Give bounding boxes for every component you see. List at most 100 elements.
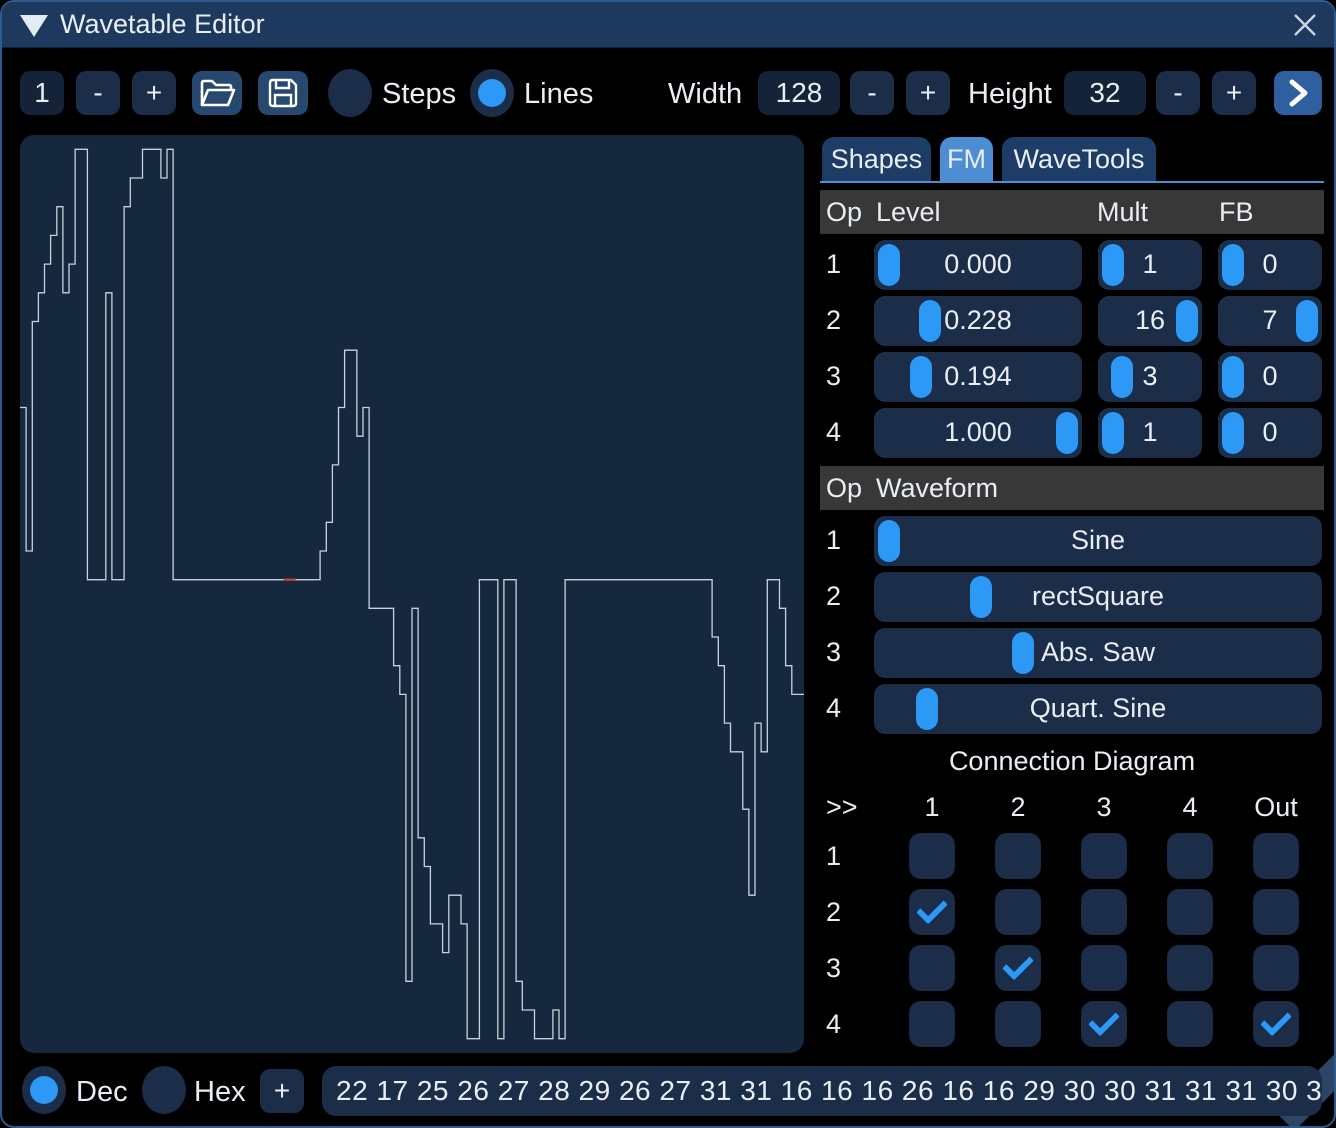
- width-minus-button[interactable]: -: [850, 71, 894, 115]
- frame-plus-button[interactable]: +: [132, 71, 176, 115]
- op3-fb-slider[interactable]: 0: [1218, 352, 1322, 402]
- slider-thumb[interactable]: [1222, 244, 1244, 286]
- slider-thumb[interactable]: [916, 688, 938, 730]
- level-col-header: Level: [876, 197, 941, 228]
- tab-underline: [820, 181, 1324, 183]
- slider-thumb[interactable]: [1102, 244, 1124, 286]
- steps-radio[interactable]: [328, 69, 372, 117]
- op-number: 2: [826, 581, 841, 612]
- op-col-header: Op: [826, 197, 862, 228]
- slider-thumb[interactable]: [1012, 632, 1034, 674]
- save-floppy-icon: [265, 75, 301, 111]
- op4-mult-slider[interactable]: 1: [1098, 408, 1202, 458]
- waveform-display[interactable]: [20, 135, 804, 1053]
- slider-thumb[interactable]: [1111, 356, 1133, 398]
- op1-fb-slider[interactable]: 0: [1218, 240, 1322, 290]
- conn-col-4: 4: [1167, 792, 1213, 823]
- slider-thumb[interactable]: [1176, 300, 1198, 342]
- conn-checkbox-1-out[interactable]: [1253, 833, 1299, 879]
- op1-waveform-name: Sine: [874, 525, 1322, 556]
- slider-thumb[interactable]: [1056, 412, 1078, 454]
- conn-checkbox-2-3[interactable]: [1081, 889, 1127, 935]
- conn-checkbox-3-3[interactable]: [1081, 945, 1127, 991]
- expand-panel-button[interactable]: [1274, 71, 1322, 115]
- op2-level-slider[interactable]: 0.228: [874, 296, 1082, 346]
- op3-waveform-slider[interactable]: Abs. Saw: [874, 628, 1322, 678]
- op2-mult-slider[interactable]: 16: [1098, 296, 1202, 346]
- conn-checkbox-4-4[interactable]: [1167, 1001, 1213, 1047]
- open-folder-icon: [198, 76, 236, 110]
- slider-thumb[interactable]: [910, 356, 932, 398]
- width-plus-button[interactable]: +: [906, 71, 950, 115]
- conn-checkbox-3-out[interactable]: [1253, 945, 1299, 991]
- hex-label: Hex: [194, 1076, 246, 1109]
- slider-thumb[interactable]: [1102, 412, 1124, 454]
- lines-radio[interactable]: [470, 69, 514, 117]
- conn-checkbox-4-1[interactable]: [909, 1001, 955, 1047]
- conn-checkbox-1-1[interactable]: [909, 833, 955, 879]
- dec-radio[interactable]: [22, 1066, 66, 1114]
- conn-row-label: 4: [826, 1009, 841, 1040]
- op-row-4: 4 1.000 1 0: [820, 408, 1324, 458]
- waveform-row-4: 4 Quart. Sine: [820, 684, 1324, 734]
- frame-index-box[interactable]: 1: [20, 71, 64, 115]
- op4-level-slider[interactable]: 1.000: [874, 408, 1082, 458]
- op1-mult-slider[interactable]: 1: [1098, 240, 1202, 290]
- waveform-row-1: 1 Sine: [820, 516, 1324, 566]
- save-button[interactable]: [258, 71, 308, 115]
- hex-radio[interactable]: [142, 1066, 186, 1114]
- height-plus-button[interactable]: +: [1212, 71, 1256, 115]
- width-value-box[interactable]: 128: [758, 71, 840, 115]
- frame-minus-button[interactable]: -: [76, 71, 120, 115]
- conn-checkbox-1-3[interactable]: [1081, 833, 1127, 879]
- op2-fb-slider[interactable]: 7: [1218, 296, 1322, 346]
- conn-checkbox-3-2[interactable]: [995, 945, 1041, 991]
- op4-fb-slider[interactable]: 0: [1218, 408, 1322, 458]
- op2-waveform-slider[interactable]: rectSquare: [874, 572, 1322, 622]
- conn-checkbox-2-1[interactable]: [909, 889, 955, 935]
- op4-waveform-slider[interactable]: Quart. Sine: [874, 684, 1322, 734]
- op1-level-slider[interactable]: 0.000: [874, 240, 1082, 290]
- op-number: 3: [826, 361, 841, 392]
- op3-level-slider[interactable]: 0.194: [874, 352, 1082, 402]
- window-title: Wavetable Editor: [60, 9, 265, 40]
- conn-checkbox-3-1[interactable]: [909, 945, 955, 991]
- conn-checkbox-1-4[interactable]: [1167, 833, 1213, 879]
- conn-checkbox-2-4[interactable]: [1167, 889, 1213, 935]
- conn-checkbox-4-out[interactable]: [1253, 1001, 1299, 1047]
- conn-checkbox-2-2[interactable]: [995, 889, 1041, 935]
- slider-thumb[interactable]: [1296, 300, 1318, 342]
- conn-checkbox-4-3[interactable]: [1081, 1001, 1127, 1047]
- tab-shapes[interactable]: Shapes: [822, 137, 931, 181]
- height-minus-button[interactable]: -: [1156, 71, 1200, 115]
- mult-col-header: Mult: [1097, 197, 1148, 228]
- tab-wavetools[interactable]: WaveTools: [1002, 137, 1156, 181]
- conn-row-label: 1: [826, 841, 841, 872]
- connection-header: >> 1 2 3 4 Out: [820, 792, 1324, 826]
- slider-thumb[interactable]: [1222, 412, 1244, 454]
- op-number: 3: [826, 637, 841, 668]
- slider-thumb[interactable]: [1222, 356, 1244, 398]
- conn-checkbox-3-4[interactable]: [1167, 945, 1213, 991]
- tab-fm[interactable]: FM: [940, 137, 993, 181]
- slider-thumb[interactable]: [878, 244, 900, 286]
- add-row-button[interactable]: +: [260, 1069, 304, 1113]
- conn-checkbox-1-2[interactable]: [995, 833, 1041, 879]
- op3-mult-slider[interactable]: 3: [1098, 352, 1202, 402]
- slider-thumb[interactable]: [919, 300, 941, 342]
- slider-thumb[interactable]: [970, 576, 992, 618]
- conn-checkbox-4-2[interactable]: [995, 1001, 1041, 1047]
- open-file-button[interactable]: [192, 71, 242, 115]
- slider-thumb[interactable]: [878, 520, 900, 562]
- chevron-right-icon: [1284, 76, 1312, 110]
- close-icon[interactable]: [1288, 8, 1322, 42]
- height-value-box[interactable]: 32: [1064, 71, 1146, 115]
- sample-values-field[interactable]: 22 17 25 26 27 28 29 26 27 31 31 16 16 1…: [322, 1066, 1322, 1116]
- op1-waveform-slider[interactable]: Sine: [874, 516, 1322, 566]
- steps-label: Steps: [382, 78, 456, 111]
- app-triangle-icon: [19, 13, 49, 39]
- conn-row-label: 3: [826, 953, 841, 984]
- op2-waveform-name: rectSquare: [874, 581, 1322, 612]
- conn-col-3: 3: [1081, 792, 1127, 823]
- conn-checkbox-2-out[interactable]: [1253, 889, 1299, 935]
